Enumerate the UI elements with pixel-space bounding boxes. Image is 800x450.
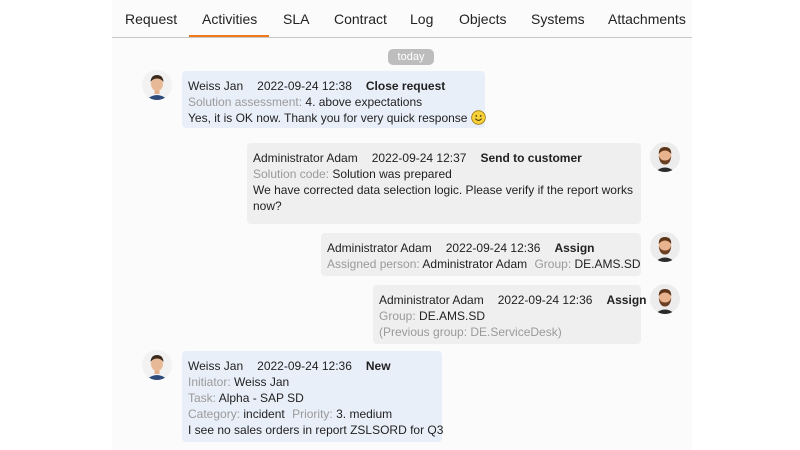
activity-card-assign-person: Administrator Adam 2022-09-24 12:36 Assign… (321, 233, 641, 276)
activity-text: I see no sales orders in report ZSLSORD … (188, 423, 444, 437)
activity-action: Send to customer (480, 151, 582, 165)
activity-text-line: We have corrected data selection logic. … (253, 183, 633, 197)
field-label: Category: (188, 407, 241, 421)
tab-divider (112, 37, 692, 38)
tab-objects[interactable]: Objects (459, 11, 506, 27)
previous-group-note: (Previous group: DE.ServiceDesk) (379, 325, 562, 339)
bearded-avatar-icon (650, 232, 680, 262)
activity-datetime: 2022-09-24 12:38 (257, 79, 352, 93)
activity-card-close-request: Weiss Jan 2022-09-24 12:38 Close request S… (182, 71, 487, 129)
activity-author: Weiss Jan (188, 359, 244, 373)
field-label: Group: (379, 309, 416, 323)
activity-action: Assign (606, 293, 647, 307)
bearded-avatar-icon (650, 142, 680, 172)
activity-card-send-to-customer: Administrator Adam 2022-09-24 12:37 Send t… (247, 143, 641, 224)
field-label: Solution code: (253, 167, 330, 181)
field-label: Initiator: (188, 375, 231, 389)
activity-author: Administrator Adam (327, 241, 432, 255)
day-separator: today (388, 49, 434, 65)
activity-action: New (365, 359, 391, 373)
male-avatar-icon (142, 70, 172, 100)
field-value: Alpha - SAP SD (218, 391, 304, 405)
tab-request[interactable]: Request (125, 11, 177, 27)
activity-datetime: 2022-09-24 12:37 (371, 151, 467, 165)
activity-card-assign-group: Administrator Adam 2022-09-24 12:36 Assign… (373, 285, 646, 344)
activity-datetime: 2022-09-24 12:36 (257, 359, 352, 373)
male-avatar-icon (142, 350, 172, 380)
tab-log[interactable]: Log (410, 11, 433, 27)
activity-text-line: now? (253, 199, 282, 213)
activity-datetime: 2022-09-24 12:36 (497, 293, 593, 307)
field-value: DE.AMS.SD (419, 309, 486, 323)
activity-card-new: Weiss Jan 2022-09-24 12:36 New Initiator: … (182, 351, 444, 442)
field-value: Administrator Adam (422, 257, 528, 271)
activity-action: Close request (365, 79, 446, 93)
activity-text: Yes, it is OK now. Thank you for very qu… (188, 111, 468, 125)
activity-author: Administrator Adam (379, 293, 484, 307)
field-label: Task: (188, 391, 217, 405)
activity-datetime: 2022-09-24 12:36 (445, 241, 541, 255)
activity-action: Assign (554, 241, 595, 255)
activity-author: Weiss Jan (188, 79, 244, 93)
field-value: 3. medium (336, 407, 393, 421)
tab-bar: Request Activities SLA Contract Log Obje… (0, 0, 800, 38)
smiley-icon (471, 110, 487, 129)
field-label: Solution assessment: (188, 95, 303, 109)
field-label: Group: (534, 257, 572, 271)
field-value: Solution was prepared (332, 167, 452, 181)
field-label: Priority: (292, 407, 333, 421)
field-value: incident (243, 407, 285, 421)
tab-contract[interactable]: Contract (334, 11, 387, 27)
tab-systems[interactable]: Systems (531, 11, 585, 27)
bearded-avatar-icon (650, 284, 680, 314)
field-value: DE.AMS.SD (574, 257, 641, 271)
tab-activities[interactable]: Activities (202, 11, 257, 27)
activity-author: Administrator Adam (253, 151, 358, 165)
field-value: 4. above expectations (305, 95, 423, 109)
field-label: Assigned person: (327, 257, 420, 271)
tab-sla[interactable]: SLA (283, 11, 309, 27)
tab-attachments[interactable]: Attachments (608, 11, 686, 27)
field-value: Weiss Jan (234, 375, 290, 389)
